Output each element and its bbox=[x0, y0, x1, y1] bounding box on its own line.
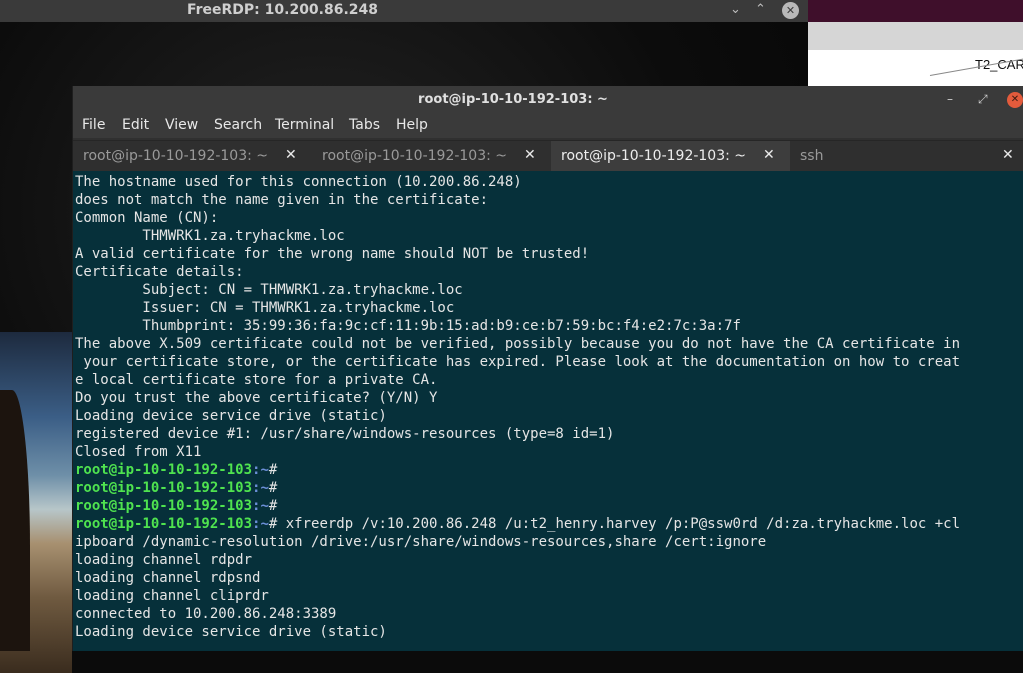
terminal-window[interactable]: root@ip-10-10-192-103: ~ – ⤢ ✕ File Edit… bbox=[72, 86, 1023, 651]
tab-label: root@ip-10-10-192-103: ~ bbox=[561, 148, 747, 164]
output-line: Thumbprint: 35:99:36:fa:9c:cf:11:9b:15:a… bbox=[75, 317, 960, 335]
desktop-background bbox=[808, 0, 1023, 22]
line-text: Subject: CN = THMWRK1.za.tryhackme.loc bbox=[75, 282, 463, 298]
output-line: Closed from X11 bbox=[75, 443, 960, 461]
line-text: your certificate store, or the certifica… bbox=[75, 354, 961, 370]
line-text: ipboard /dynamic-resolution /drive:/usr/… bbox=[75, 534, 767, 550]
minimize-icon[interactable]: – bbox=[947, 92, 953, 106]
line-text: connected to 10.200.86.248:3389 bbox=[75, 606, 337, 622]
menu-search[interactable]: Search bbox=[214, 117, 262, 133]
freerdp-title: FreeRDP: 10.200.86.248 bbox=[186, 2, 379, 18]
tab-label: root@ip-10-10-192-103: ~ bbox=[322, 148, 508, 164]
line-text: # bbox=[268, 462, 278, 478]
line-text: Closed from X11 bbox=[75, 444, 202, 460]
prompt-line: root@ip-10-10-192-103:~# bbox=[75, 497, 960, 515]
output-line: A valid certificate for the wrong name s… bbox=[75, 245, 960, 263]
line-text: Do you trust the above certificate? (Y/N… bbox=[75, 390, 438, 406]
output-line: The above X.509 certificate could not be… bbox=[75, 335, 960, 353]
minimize-icon[interactable]: ⌄ bbox=[730, 2, 741, 17]
terminal-output[interactable]: The hostname used for this connection (1… bbox=[73, 171, 1023, 651]
tab-close-icon[interactable]: ✕ bbox=[285, 147, 297, 163]
tab-label: root@ip-10-10-192-103: ~ bbox=[83, 148, 269, 164]
prompt-path: :~ bbox=[252, 498, 269, 514]
line-text: # bbox=[268, 480, 278, 496]
line-text: Thumbprint: 35:99:36:fa:9c:cf:11:9b:15:a… bbox=[75, 318, 741, 334]
prompt-user: root@ip-10-10-192-103 bbox=[75, 498, 253, 514]
terminal-title: root@ip-10-10-192-103: ~ bbox=[418, 92, 608, 107]
output-line: Loading device service drive (static) bbox=[75, 407, 960, 425]
line-text: e local certificate store for a private … bbox=[75, 372, 438, 388]
prompt-line: root@ip-10-10-192-103:~# xfreerdp /v:10.… bbox=[75, 515, 960, 533]
line-text: loading channel rdpdr bbox=[75, 552, 253, 568]
output-line: loading channel cliprdr bbox=[75, 587, 960, 605]
prompt-path: :~ bbox=[252, 462, 269, 478]
close-icon[interactable]: ✕ bbox=[782, 2, 799, 19]
restore-icon[interactable]: ⤢ bbox=[978, 92, 988, 107]
output-line: connected to 10.200.86.248:3389 bbox=[75, 605, 960, 623]
output-line: Certificate details: bbox=[75, 263, 960, 281]
prompt-path: :~ bbox=[252, 480, 269, 496]
line-text: loading channel rdpsnd bbox=[75, 570, 261, 586]
line-text: Loading device service drive (static) bbox=[75, 408, 387, 424]
prompt-user: root@ip-10-10-192-103 bbox=[75, 516, 253, 532]
output-line: loading channel rdpsnd bbox=[75, 569, 960, 587]
tab-close-icon[interactable]: ✕ bbox=[1002, 147, 1014, 163]
terminal-titlebar[interactable]: root@ip-10-10-192-103: ~ – ⤢ ✕ bbox=[73, 86, 1023, 114]
output-line: loading channel rdpdr bbox=[75, 551, 960, 569]
tab-1[interactable]: root@ip-10-10-192-103: ~ ✕ bbox=[73, 141, 312, 171]
menu-edit[interactable]: Edit bbox=[122, 117, 149, 133]
menu-view[interactable]: View bbox=[165, 117, 198, 133]
menu-file[interactable]: File bbox=[82, 117, 105, 133]
line-text: Common Name (CN): bbox=[75, 210, 219, 226]
output-line: ipboard /dynamic-resolution /drive:/usr/… bbox=[75, 533, 960, 551]
terminal-lines: The hostname used for this connection (1… bbox=[75, 173, 960, 641]
menu-terminal[interactable]: Terminal bbox=[275, 117, 334, 133]
line-text: # bbox=[268, 498, 278, 514]
output-line: registered device #1: /usr/share/windows… bbox=[75, 425, 960, 443]
line-text: loading channel cliprdr bbox=[75, 588, 269, 604]
tab-2[interactable]: root@ip-10-10-192-103: ~ ✕ bbox=[312, 141, 551, 171]
output-line: your certificate store, or the certifica… bbox=[75, 353, 960, 371]
freerdp-titlebar[interactable]: FreeRDP: 10.200.86.248 ⌄ ⌃ ✕ bbox=[0, 0, 808, 23]
line-text: Loading device service drive (static) bbox=[75, 624, 387, 640]
menu-help[interactable]: Help bbox=[396, 117, 428, 133]
prompt-line: root@ip-10-10-192-103:~# bbox=[75, 461, 960, 479]
output-line: Common Name (CN): bbox=[75, 209, 960, 227]
line-text: # xfreerdp /v:10.200.86.248 /u:t2_henry.… bbox=[268, 516, 961, 532]
output-line: e local certificate store for a private … bbox=[75, 371, 960, 389]
line-text: A valid certificate for the wrong name s… bbox=[75, 246, 590, 262]
line-text: The above X.509 certificate could not be… bbox=[75, 336, 961, 352]
output-line: Issuer: CN = THMWRK1.za.tryhackme.loc bbox=[75, 299, 960, 317]
line-text: Issuer: CN = THMWRK1.za.tryhackme.loc bbox=[75, 300, 455, 316]
other-window-toolbar bbox=[808, 22, 1023, 50]
tab-ssh[interactable]: ssh ✕ bbox=[790, 141, 1023, 171]
tab-bar: root@ip-10-10-192-103: ~ ✕ root@ip-10-10… bbox=[73, 140, 1023, 171]
menu-tabs[interactable]: Tabs bbox=[349, 117, 380, 133]
line-text: does not match the name given in the cer… bbox=[75, 192, 489, 208]
output-line: Do you trust the above certificate? (Y/N… bbox=[75, 389, 960, 407]
output-line: The hostname used for this connection (1… bbox=[75, 173, 960, 191]
menu-bar: File Edit View Search Terminal Tabs Help bbox=[73, 114, 1023, 138]
line-text: Certificate details: bbox=[75, 264, 244, 280]
output-line: Loading device service drive (static) bbox=[75, 623, 960, 641]
line-text: The hostname used for this connection (1… bbox=[75, 174, 522, 190]
output-line: does not match the name given in the cer… bbox=[75, 191, 960, 209]
prompt-user: root@ip-10-10-192-103 bbox=[75, 462, 253, 478]
close-icon[interactable]: ✕ bbox=[1007, 92, 1023, 108]
prompt-line: root@ip-10-10-192-103:~# bbox=[75, 479, 960, 497]
line-text: registered device #1: /usr/share/windows… bbox=[75, 426, 615, 442]
output-line: THMWRK1.za.tryhackme.loc bbox=[75, 227, 960, 245]
line-text: THMWRK1.za.tryhackme.loc bbox=[75, 228, 345, 244]
tab-close-icon[interactable]: ✕ bbox=[763, 147, 775, 163]
output-line: Subject: CN = THMWRK1.za.tryhackme.loc bbox=[75, 281, 960, 299]
prompt-user: root@ip-10-10-192-103 bbox=[75, 480, 253, 496]
tab-3-active[interactable]: root@ip-10-10-192-103: ~ ✕ bbox=[551, 141, 790, 171]
tab-close-icon[interactable]: ✕ bbox=[524, 147, 536, 163]
tab-label: ssh bbox=[800, 148, 824, 164]
prompt-path: :~ bbox=[252, 516, 269, 532]
maximize-icon[interactable]: ⌃ bbox=[755, 2, 766, 17]
